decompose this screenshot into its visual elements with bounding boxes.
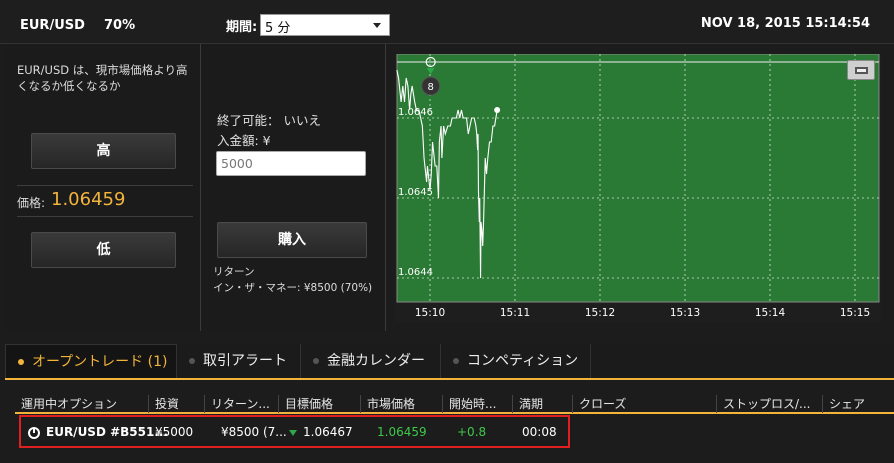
col-header[interactable]: 満期	[513, 395, 573, 413]
deposit-label: 入金額: ¥	[217, 133, 271, 148]
current-price: 価格: 1.06459	[17, 185, 193, 217]
x-tick-label: 15:11	[500, 307, 530, 319]
tab-dot-icon	[189, 358, 195, 364]
in-the-money-payout: イン・ザ・マネー: ¥8500 (70%)	[213, 282, 373, 294]
closable-status: 終了可能： いいえ	[217, 113, 321, 128]
col-header[interactable]: 市場価格	[361, 395, 443, 413]
y-tick-label: 1.0646	[398, 107, 433, 118]
return-label: リターン	[213, 266, 255, 278]
tab-label: オープントレード (1)	[32, 354, 168, 370]
period-label: 期間:	[226, 20, 258, 35]
period-select[interactable]: 5 分	[260, 14, 390, 36]
direction-description: EUR/USD は、現市場価格より高くなるか低くなるか	[17, 63, 188, 93]
x-tick-label: 15:13	[670, 307, 700, 319]
period-select-value: 5 分	[265, 21, 291, 36]
y-tick-label: 1.0645	[398, 187, 433, 198]
top-bar: EUR/USD 70% 期間: 5 分 NOV 18, 2015 15:14:5…	[0, 0, 894, 44]
tab-label: コンペティション	[467, 353, 579, 369]
col-header[interactable]: ストップロス/...	[717, 395, 823, 413]
current-price-dot	[494, 107, 501, 113]
price-value: 1.06459	[51, 189, 126, 210]
chart-svg: 1.0646 1.0645 1.0644 15:10 15:11 15:12 15:13 15…	[395, 54, 881, 322]
low-button[interactable]: 低	[31, 232, 176, 268]
col-header[interactable]: 運用中オプション	[15, 395, 149, 413]
purchase-panel: 終了可能： いいえ 入金額: ¥ 5000 購入 リターン イン・ザ・マネー: …	[202, 44, 386, 331]
window-icon	[855, 67, 868, 74]
payout-percent: 70%	[104, 18, 136, 33]
x-tick-label: 15:14	[755, 307, 786, 319]
tab-trade-alerts[interactable]: 取引アラート	[177, 344, 301, 378]
asset-symbol: EUR/USD	[20, 18, 85, 33]
x-tick-label: 15:10	[415, 307, 445, 319]
tab-dot-icon	[453, 358, 459, 364]
x-tick-label: 15:15	[840, 307, 870, 319]
buy-button[interactable]: 購入	[217, 222, 367, 258]
chart-toggle-button[interactable]	[847, 60, 875, 80]
y-tick-label: 1.0644	[398, 267, 433, 278]
col-header[interactable]: シェア	[823, 395, 883, 413]
col-header[interactable]: 目標価格	[279, 395, 361, 413]
direction-panel: EUR/USD は、現市場価格より高くなるか低くなるか 高 価格: 1.0645…	[5, 44, 201, 331]
col-header[interactable]: 投資	[149, 395, 205, 413]
tab-label: 金融カレンダー	[327, 353, 425, 369]
tab-dot-icon	[313, 358, 319, 364]
col-header[interactable]: 開始時...	[443, 395, 513, 413]
tab-dot-icon	[18, 359, 24, 365]
col-header[interactable]: クローズ	[573, 395, 717, 413]
tab-open-trades[interactable]: オープントレード (1)	[5, 344, 177, 378]
bottom-tabs: オープントレード (1) 取引アラート 金融カレンダー コンペティション	[5, 344, 894, 380]
trade-count-label: 8	[428, 82, 434, 93]
amount-input[interactable]: 5000	[216, 151, 366, 176]
trades-table-header: 運用中オプション 投資 リターン... 目標価格 市場価格 開始時... 満期 …	[15, 390, 894, 414]
server-datetime: NOV 18, 2015 15:14:54	[700, 16, 870, 31]
row-highlight-box	[19, 415, 570, 448]
chart-plot-area	[396, 54, 880, 303]
price-chart[interactable]: 1.0646 1.0645 1.0644 15:10 15:11 15:12 15:13 15…	[395, 54, 881, 322]
tab-label: 取引アラート	[203, 353, 287, 369]
chevron-down-icon	[373, 23, 381, 28]
x-tick-label: 15:12	[585, 307, 615, 319]
price-label: 価格:	[17, 196, 46, 210]
tab-economic-calendar[interactable]: 金融カレンダー	[301, 344, 441, 378]
tab-competition[interactable]: コンペティション	[441, 344, 591, 378]
col-header[interactable]: リターン...	[205, 395, 279, 413]
high-button[interactable]: 高	[31, 133, 176, 169]
